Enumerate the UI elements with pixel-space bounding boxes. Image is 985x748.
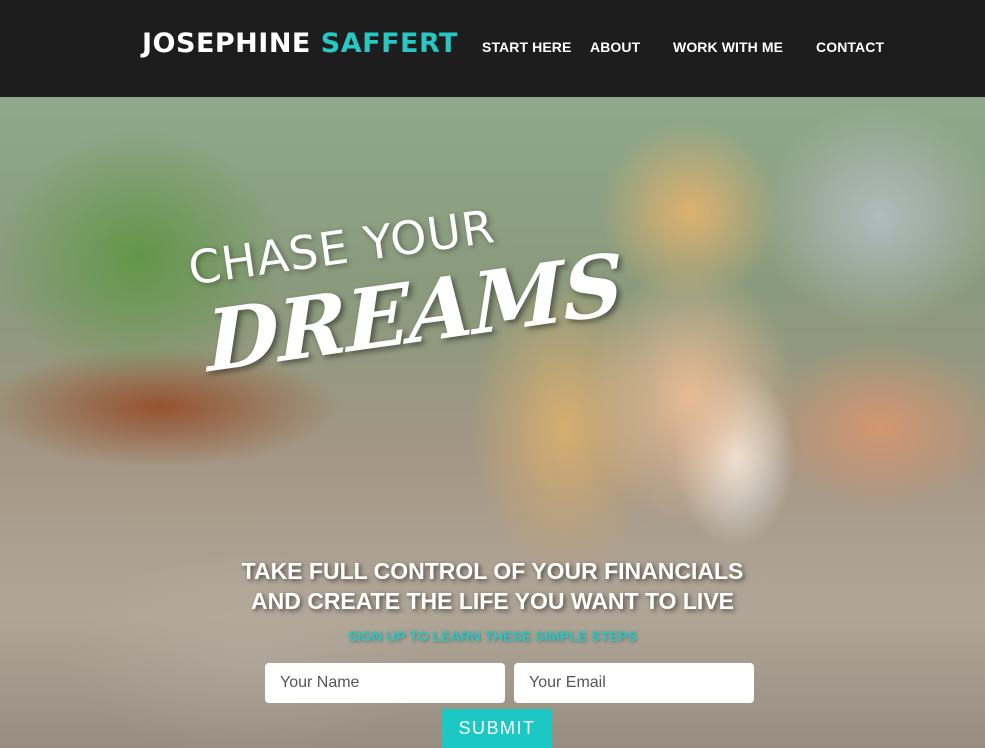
signup-subheading: SIGN UP TO LEARN THESE SIMPLE STEPS: [348, 628, 637, 644]
headline-line-2: AND CREATE THE LIFE YOU WANT TO LIVE: [250, 588, 735, 614]
name-input[interactable]: [265, 663, 505, 703]
headline-line-1: TAKE FULL CONTROL OF YOUR FINANCIALS: [241, 558, 744, 584]
nav-start-here[interactable]: START HERE: [482, 39, 571, 55]
hero-background-image: [0, 97, 985, 748]
site-logo[interactable]: JOSEPHINE SAFFERT: [142, 28, 458, 59]
nav-about[interactable]: ABOUT: [590, 39, 640, 55]
hero-section: CHASE YOUR DREAMS TAKE FULL CONTROL OF Y…: [0, 97, 985, 748]
nav-contact[interactable]: CONTACT: [816, 39, 884, 55]
nav-work-with-me[interactable]: WORK WITH ME: [673, 39, 783, 55]
submit-button[interactable]: SUBMIT: [442, 709, 552, 748]
logo-first-name: JOSEPHINE: [142, 28, 311, 59]
site-header: JOSEPHINE SAFFERT START HERE ABOUT WORK …: [0, 0, 985, 97]
logo-last-name: SAFFERT: [320, 28, 458, 59]
email-input[interactable]: [514, 663, 754, 703]
